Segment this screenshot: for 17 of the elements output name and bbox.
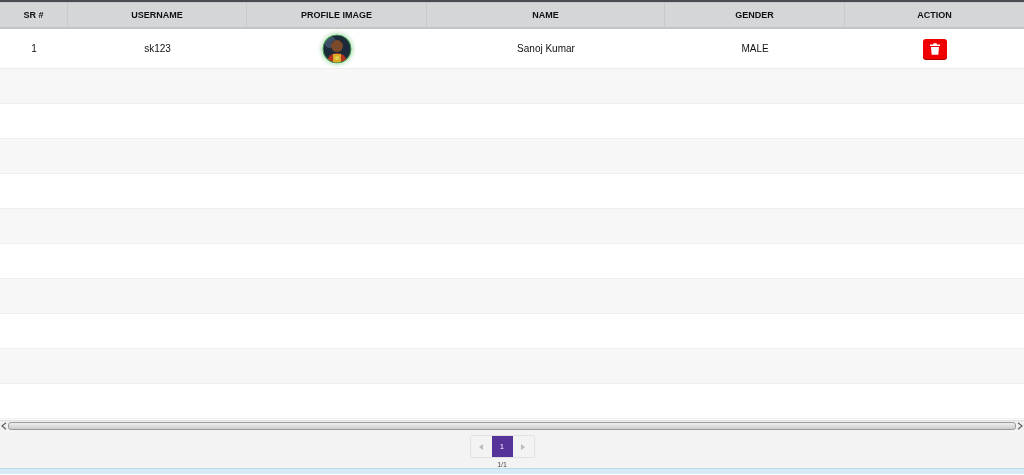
left-chevron-icon[interactable] [1,421,7,430]
table-cell: Sanoj Kumar [517,43,575,54]
column-header[interactable]: GENDER [665,3,845,29]
column-header[interactable]: USERNAME [68,3,247,29]
table-cell: sk123 [144,43,171,54]
right-triangle-icon [521,443,525,450]
column-header[interactable]: PROFILE IMAGE [247,3,427,29]
table-cell: 1 [31,43,37,54]
delete-button[interactable] [922,38,947,59]
column-header[interactable]: SR # [0,3,68,29]
column-header[interactable]: ACTION [845,3,1024,29]
scrollbar[interactable] [0,420,1024,430]
trash-icon [929,42,940,55]
table-cell: MALE [741,43,769,54]
right-chevron-icon[interactable] [1017,421,1023,430]
left-triangle-icon [479,443,483,450]
column-header[interactable]: NAME [427,3,665,29]
